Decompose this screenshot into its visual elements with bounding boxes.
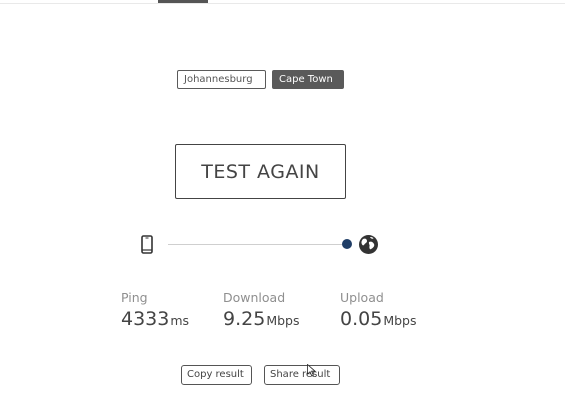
globe-icon	[359, 235, 378, 254]
ping-unit: ms	[170, 313, 190, 328]
connection-line	[168, 244, 348, 245]
ping-value-row: 4333ms	[121, 308, 189, 330]
cursor-icon	[307, 364, 316, 377]
upload-result: Upload 0.05Mbps	[340, 290, 416, 330]
server-option-cape-town[interactable]: Cape Town	[272, 70, 344, 89]
upload-value: 0.05	[340, 308, 383, 330]
ping-result: Ping 4333ms	[121, 290, 189, 330]
active-tab-indicator	[158, 0, 208, 3]
server-option-johannesburg[interactable]: Johannesburg	[177, 70, 266, 89]
copy-result-button[interactable]: Copy result	[181, 365, 252, 385]
download-result: Download 9.25Mbps	[223, 290, 299, 330]
ping-label: Ping	[121, 290, 148, 305]
upload-unit: Mbps	[383, 313, 417, 328]
download-label: Download	[223, 290, 286, 305]
phone-icon	[141, 235, 153, 254]
download-unit: Mbps	[266, 313, 300, 328]
progress-dot	[342, 239, 352, 249]
share-result-button[interactable]: Share result	[264, 365, 340, 385]
upload-value-row: 0.05Mbps	[340, 308, 416, 330]
download-value-row: 9.25Mbps	[223, 308, 299, 330]
upload-label: Upload	[340, 290, 384, 305]
top-divider	[0, 3, 565, 4]
test-again-button[interactable]: TEST AGAIN	[175, 144, 346, 199]
download-value: 9.25	[223, 308, 266, 330]
ping-value: 4333	[121, 308, 170, 330]
